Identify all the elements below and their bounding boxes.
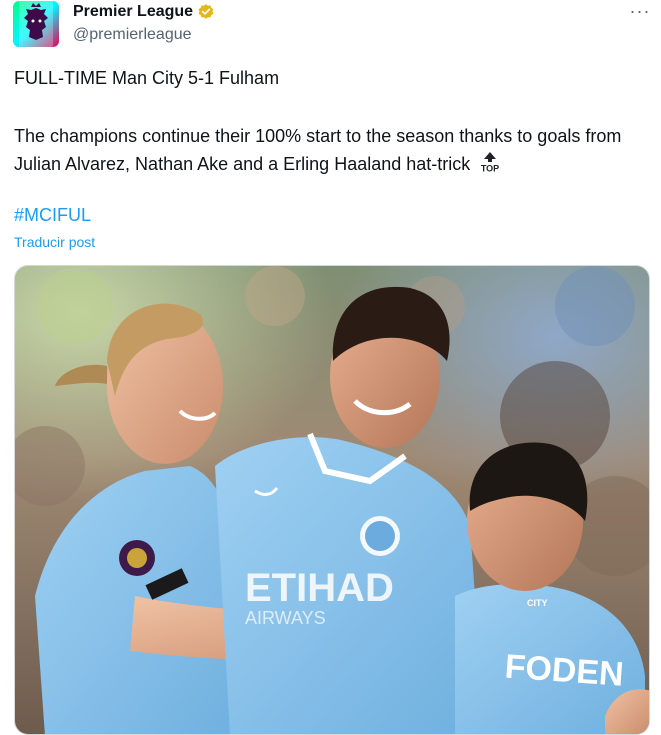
author-avatar[interactable] xyxy=(13,1,59,47)
premier-league-lion-logo-icon xyxy=(13,1,59,47)
author-handle[interactable]: @premierleague xyxy=(73,26,192,44)
author-name-text[interactable]: Premier League xyxy=(73,3,193,21)
tweet-body-text: The champions continue their 100% start … xyxy=(14,126,622,174)
tweet-body: The champions continue their 100% start … xyxy=(14,122,652,178)
top-arrow-emoji-icon: TOP xyxy=(478,151,502,174)
translate-post-link[interactable]: Traducir post xyxy=(14,234,95,250)
tweet-media-photo[interactable]: ETIHAD AIRWAYS FODEN CITY xyxy=(14,265,650,735)
kit-sponsor-sub-text: AIRWAYS xyxy=(245,608,326,628)
more-options-icon[interactable]: ··· xyxy=(627,0,653,24)
kit-sponsor-text: ETIHAD xyxy=(245,566,394,610)
top-emoji-label: TOP xyxy=(481,164,499,174)
tweet-headline: FULL-TIME Man City 5-1 Fulham xyxy=(14,68,280,88)
hashtag-link[interactable]: #MCIFUL xyxy=(14,205,91,226)
gold-verified-badge-icon xyxy=(198,4,214,19)
collar-text: CITY xyxy=(527,598,548,608)
celebration-photo: ETIHAD AIRWAYS FODEN CITY xyxy=(15,266,649,734)
author-name[interactable]: Premier League xyxy=(73,3,215,21)
